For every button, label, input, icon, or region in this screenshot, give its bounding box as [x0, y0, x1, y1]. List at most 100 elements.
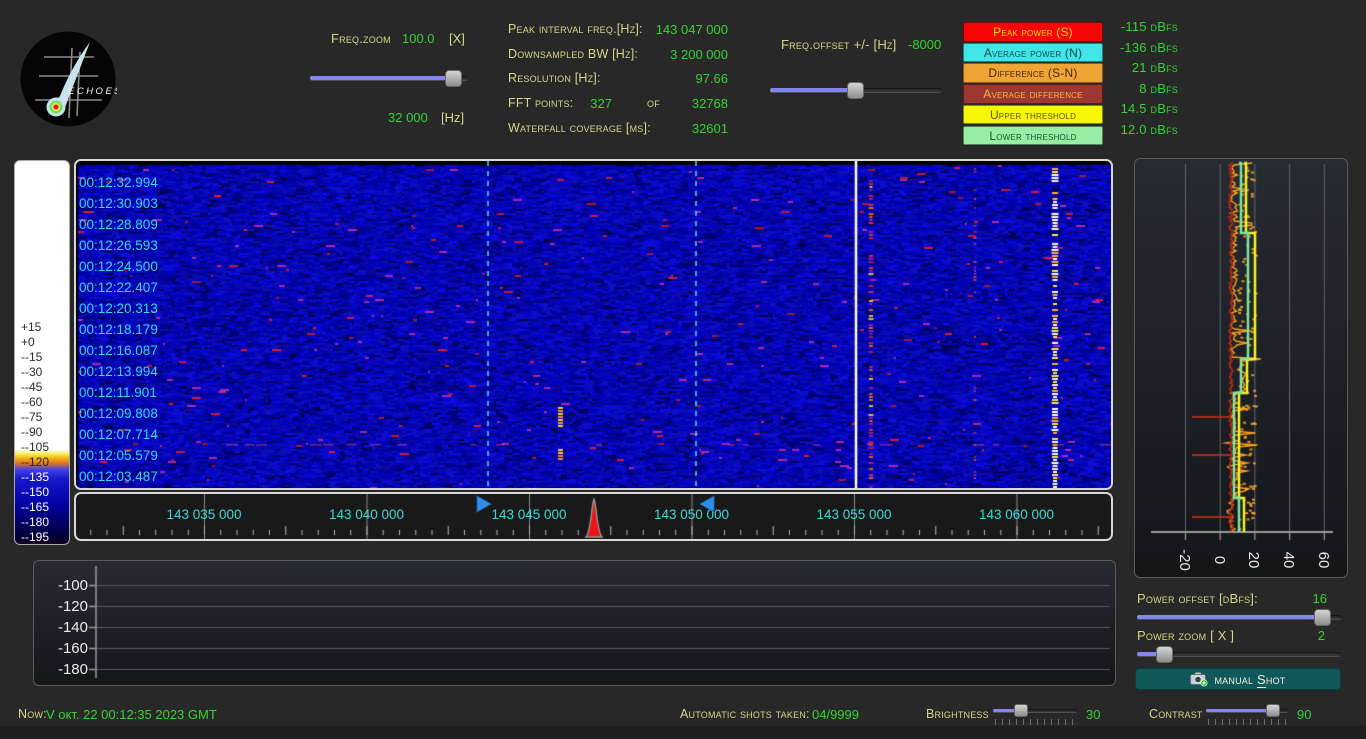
- legend-values: -115 dBfs-136 dBfs21 dBfs8 dBfs14.5 dBfs…: [1104, 19, 1178, 143]
- now-value: V окт. 22 00:12:35 2023 GMT: [46, 707, 217, 722]
- manual-shot-label: manual Shot: [1214, 672, 1285, 687]
- waterfall-timestamp: 00:12:07.714: [79, 428, 158, 442]
- scale-label: --135: [21, 471, 67, 484]
- slider-handle[interactable]: [445, 70, 462, 87]
- brightness-slider[interactable]: [993, 704, 1077, 718]
- legend-button-lower-threshold[interactable]: Lower threshold: [963, 126, 1103, 146]
- contrast-ticks: [1208, 719, 1288, 725]
- manual-shot-button[interactable]: manual Shot: [1135, 668, 1341, 690]
- scale-label: --180: [21, 516, 67, 529]
- freq-zoom-slider[interactable]: [310, 70, 468, 87]
- freq-zoom-unit: [X]: [449, 31, 465, 46]
- contrast-label: Contrast: [1149, 707, 1203, 721]
- frequency-tick-label: 143 045 000: [484, 507, 574, 522]
- stat-label: FFT points:: [508, 96, 573, 110]
- echoes-app: ECHOES Freq.zoom 100.0 [X] 32 000 [Hz] P…: [0, 0, 1366, 739]
- frequency-axis-labels: 143 035 000 143 040 000 143 045 000 143 050…: [76, 494, 1111, 539]
- stat-mid: of: [647, 96, 660, 110]
- contrast-slider[interactable]: [1206, 704, 1288, 718]
- brightness-ticks: [995, 719, 1077, 725]
- freq-zoom-value: 100.0: [402, 31, 435, 46]
- scale-label: --75: [21, 411, 67, 424]
- slider-handle[interactable]: [847, 82, 864, 99]
- frequency-tick-label: 143 040 000: [322, 507, 412, 522]
- slider-handle[interactable]: [1156, 646, 1173, 663]
- legend-value: -115 dBfs: [1104, 19, 1178, 34]
- echoes-logo: ECHOES: [20, 28, 117, 132]
- waterfall-timestamp: 00:12:09.808: [79, 407, 158, 421]
- logo-text: ECHOES: [68, 86, 117, 97]
- power-tick-label: -100: [34, 577, 88, 593]
- scale-label: --195: [21, 531, 67, 544]
- power-offset-slider[interactable]: [1137, 609, 1341, 626]
- scale-label: --120: [21, 456, 67, 469]
- side-spectrum-labels: -200204060: [1135, 159, 1347, 577]
- scale-label: --90: [21, 426, 67, 439]
- legend-button-difference-s-n-[interactable]: Difference (S-N): [963, 63, 1103, 83]
- side-tick-label: -20: [1177, 542, 1193, 578]
- slider-fill: [1137, 615, 1322, 619]
- scale-label: --15: [21, 351, 67, 364]
- power-tick-label: -140: [34, 619, 88, 635]
- stat-value: 3 200 000: [670, 47, 728, 62]
- stat-value: 32601: [692, 121, 728, 136]
- legend-buttons: Peak power (S)Average power (N)Differenc…: [963, 22, 1103, 146]
- slider-handle[interactable]: [1314, 609, 1331, 626]
- scale-label: +0: [21, 336, 67, 349]
- scale-label: --165: [21, 501, 67, 514]
- slider-track[interactable]: [993, 709, 1077, 712]
- now-label: Now:: [18, 707, 47, 721]
- slider-track[interactable]: [1137, 615, 1341, 619]
- slider-handle[interactable]: [1266, 704, 1280, 717]
- slider-fill: [1206, 709, 1273, 712]
- shot-range-left-arrow[interactable]: [698, 495, 716, 513]
- brightness-label: Brightness: [926, 707, 989, 721]
- shot-range-right-arrow[interactable]: [475, 495, 493, 513]
- shots-taken-value: 04/9999: [812, 707, 859, 722]
- stat-value: 327: [590, 96, 612, 111]
- camera-icon: [1190, 672, 1208, 687]
- legend-value: 12.0 dBfs: [1104, 122, 1178, 137]
- stat-value: 32768: [692, 96, 728, 111]
- freq-span-value: 32 000: [388, 110, 428, 125]
- scale-label: +15: [21, 321, 67, 334]
- legend-button-peak-power-s-[interactable]: Peak power (S): [963, 22, 1103, 42]
- side-spectrum-panel: -200204060: [1134, 158, 1348, 578]
- power-plot-labels: -100-120-140-160-180: [34, 561, 1115, 685]
- slider-handle[interactable]: [1014, 704, 1028, 717]
- power-zoom-value: 2: [1137, 628, 1325, 643]
- slider-fill: [310, 76, 454, 80]
- power-tick-label: -160: [34, 640, 88, 656]
- scale-label: --30: [21, 366, 67, 379]
- legend-button-average-power-n-[interactable]: Average power (N): [963, 43, 1103, 63]
- side-tick-label: 20: [1246, 542, 1262, 578]
- dbfs-color-scale: +15+0--15--30--45--60--75--90--105--120-…: [14, 160, 70, 545]
- waterfall-timestamp: 00:12:16.087: [79, 344, 158, 358]
- frequency-tick-label: 143 060 000: [972, 507, 1062, 522]
- power-zoom-slider[interactable]: [1137, 646, 1341, 663]
- stat-value: 97.66: [695, 71, 728, 86]
- waterfall-timestamp: 00:12:03.487: [79, 470, 158, 484]
- scale-label: --45: [21, 381, 67, 394]
- stat-label: Waterfall coverage [ms]:: [508, 121, 651, 135]
- waterfall-timestamp: 00:12:22.407: [79, 281, 158, 295]
- waterfall-timestamp: 00:12:11.901: [79, 386, 157, 400]
- frequency-axis-panel[interactable]: 143 035 000 143 040 000 143 045 000 143 050…: [74, 492, 1113, 541]
- freq-span-unit: [Hz]: [441, 110, 464, 125]
- frequency-tick-label: 143 035 000: [159, 507, 249, 522]
- frequency-tick-label: 143 050 000: [647, 507, 737, 522]
- stats-panel: Peak interval freq.[Hz]:143 047 000Downs…: [508, 16, 728, 141]
- legend-button-upper-threshold[interactable]: Upper threshold: [963, 105, 1103, 125]
- freq-offset-slider[interactable]: [770, 82, 941, 99]
- waterfall-timestamp: 00:12:28.809: [79, 218, 158, 232]
- legend-value: 14.5 dBfs: [1104, 101, 1178, 116]
- legend-button-average-difference[interactable]: Average difference: [963, 84, 1103, 104]
- slider-track[interactable]: [310, 76, 468, 80]
- legend-value: 21 dBfs: [1104, 60, 1178, 75]
- waterfall-panel[interactable]: 00:12:32.99400:12:30.90300:12:28.80900:1…: [74, 159, 1113, 490]
- power-tick-label: -180: [34, 661, 88, 677]
- side-tick-label: 0: [1212, 542, 1228, 578]
- side-tick-label: 60: [1316, 542, 1332, 578]
- comet-core: [54, 105, 59, 110]
- waterfall-timestamp: 00:12:20.313: [79, 302, 158, 316]
